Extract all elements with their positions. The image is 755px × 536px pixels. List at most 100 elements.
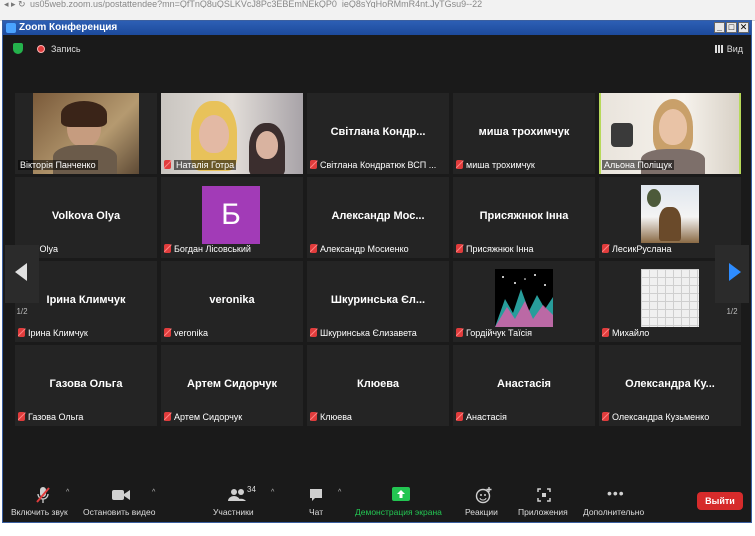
participant-tile[interactable]: Газова Ольга Газова Ольга — [15, 345, 157, 426]
participant-display-name: Александр Мос... — [331, 210, 425, 222]
security-shield-icon[interactable] — [13, 43, 23, 54]
participant-name: Наталія Готра — [174, 160, 237, 170]
participant-tile[interactable]: Світлана Кондр... Світлана Кондратюк ВСП … — [307, 93, 449, 174]
participant-display-name: Анастасія — [497, 378, 551, 390]
participant-display-name: миша трохимчук — [478, 126, 570, 138]
muted-mic-icon — [310, 160, 317, 169]
page-indicator-left: 1/2 — [16, 307, 28, 316]
participant-display-name: Олександра Ку... — [625, 378, 715, 390]
stop-video-button-label[interactable]: Остановить видео — [83, 507, 155, 518]
recording-label[interactable]: Запись — [51, 43, 81, 55]
participant-name: Світлана Кондратюк ВСП ... — [320, 160, 437, 170]
view-label: Вид — [726, 44, 743, 54]
browser-address-strip: ◂ ▸ ↻ us05web.zoom.us/postattendee?mn=Qf… — [0, 0, 755, 21]
participant-display-name: Артем Сидорчук — [187, 378, 277, 390]
participant-tile[interactable]: veronika veronika — [161, 261, 303, 342]
unmute-button-label[interactable]: Включить звук — [11, 507, 68, 518]
more-button-label[interactable]: Дополнительно — [583, 507, 644, 518]
chat-bubble-icon[interactable] — [308, 487, 324, 508]
maximize-button[interactable]: □ — [726, 22, 737, 33]
participant-tile[interactable]: Анастасія Анастасія — [453, 345, 595, 426]
participant-name-label: миша трохимчук — [456, 159, 592, 171]
participant-name: Ірина Климчук — [28, 328, 88, 338]
participants-button-label[interactable]: Участники — [213, 507, 254, 518]
browser-url[interactable]: us05web.zoom.us/postattendee?mn=QfTnQ8uQ… — [30, 0, 630, 8]
participant-tile[interactable]: Александр Мос... Александр Мосиенко — [307, 177, 449, 258]
participant-tile[interactable]: Олександра Ку... Олександра Кузьменко — [599, 345, 741, 426]
participant-name: veronika — [174, 328, 209, 338]
share-screen-button-label[interactable]: Демонстрация экрана — [355, 507, 442, 518]
participant-name: Анастасія — [466, 412, 507, 422]
muted-mic-icon — [602, 412, 609, 421]
close-button[interactable]: ✕ — [738, 22, 749, 33]
chat-button-label[interactable]: Чат — [309, 507, 323, 518]
video-camera-icon[interactable] — [111, 488, 131, 507]
profile-image — [641, 269, 699, 327]
participant-name: Артем Сидорчук — [174, 412, 243, 422]
muted-mic-icon — [310, 244, 317, 253]
participant-name: Гордійчук Таїсія — [466, 328, 532, 338]
meeting-topbar: Запись Вид — [3, 35, 751, 57]
video-options-caret[interactable]: ^ — [152, 489, 155, 496]
participant-display-name: Світлана Кондр... — [330, 126, 426, 138]
participant-name: Клюева — [320, 412, 352, 422]
participant-name-label: Гордійчук Таїсія — [456, 327, 592, 339]
audio-options-caret[interactable]: ^ — [66, 489, 69, 496]
participant-tile[interactable]: Клюева Клюева — [307, 345, 449, 426]
participants-icon[interactable] — [227, 488, 247, 507]
muted-mic-icon[interactable] — [35, 486, 51, 509]
share-screen-icon[interactable] — [392, 487, 410, 506]
muted-mic-icon — [602, 328, 609, 337]
apps-icon[interactable] — [536, 487, 552, 508]
muted-mic-icon — [164, 412, 171, 421]
reactions-button-label[interactable]: Реакции — [465, 507, 498, 518]
reactions-smiley-icon[interactable] — [475, 486, 493, 509]
participant-name: ЛесикРуслана — [612, 244, 672, 254]
participant-name-label: Альона Поліщук — [602, 159, 738, 171]
participant-name-label: Александр Мосиенко — [310, 243, 446, 255]
participant-tile[interactable]: Вікторія Панченко — [15, 93, 157, 174]
participant-name: Вікторія Панченко — [18, 160, 98, 170]
participant-name: Александр Мосиенко — [320, 244, 409, 254]
leave-meeting-button[interactable]: Выйти — [697, 492, 743, 510]
muted-mic-icon — [456, 412, 463, 421]
participant-tile[interactable]: миша трохимчук миша трохимчук — [453, 93, 595, 174]
participant-name: Шкуринська Єлизавета — [320, 328, 417, 338]
title-bar: Zoom Конференция _ □ ✕ — [3, 21, 751, 35]
grid-view-icon — [714, 45, 723, 53]
window-title: Zoom Конференция — [19, 22, 118, 33]
participant-name: Михайло — [612, 328, 650, 338]
participant-name-label: Клюева — [310, 411, 446, 423]
record-icon — [37, 45, 45, 53]
window-controls: _ □ ✕ — [714, 22, 749, 33]
previous-page-button[interactable]: 1/2 — [5, 245, 39, 316]
participant-tile[interactable]: Артем Сидорчук Артем Сидорчук — [161, 345, 303, 426]
participant-name-label: Анастасія — [456, 411, 592, 423]
participant-display-name: Газова Ольга — [49, 378, 123, 390]
participant-tile[interactable]: Наталія Готра — [161, 93, 303, 174]
next-page-button[interactable]: 1/2 — [715, 245, 749, 316]
apps-button-label[interactable]: Приложения — [518, 507, 568, 518]
zoom-app-icon — [6, 23, 16, 33]
page-indicator-right: 1/2 — [726, 307, 738, 316]
participant-tile[interactable]: Присяжнюк Інна Присяжнюк Інна — [453, 177, 595, 258]
participant-display-name: Шкуринська Єл... — [330, 294, 426, 306]
chat-options-caret[interactable]: ^ — [338, 489, 341, 496]
participant-tile[interactable]: Альона Поліщук — [599, 93, 741, 174]
profile-photo — [641, 185, 699, 243]
more-dots-icon[interactable]: ••• — [607, 486, 625, 500]
participants-options-caret[interactable]: ^ — [271, 489, 274, 496]
participant-tile[interactable]: Б Богдан Лісовський — [161, 177, 303, 258]
view-button[interactable]: Вид — [714, 43, 743, 55]
arrow-left-icon — [15, 263, 27, 281]
participant-tile[interactable]: Шкуринська Єл... Шкуринська Єлизавета — [307, 261, 449, 342]
participant-name: Олександра Кузьменко — [612, 412, 710, 422]
participant-tile[interactable]: Гордійчук Таїсія — [453, 261, 595, 342]
muted-mic-icon — [18, 412, 25, 421]
muted-mic-icon — [18, 328, 25, 337]
browser-nav-icons[interactable]: ◂ ▸ ↻ — [4, 0, 26, 9]
participant-display-name: veronika — [209, 294, 255, 306]
participant-name-label: Олександра Кузьменко — [602, 411, 738, 423]
muted-mic-icon — [602, 244, 609, 253]
minimize-button[interactable]: _ — [714, 22, 725, 33]
